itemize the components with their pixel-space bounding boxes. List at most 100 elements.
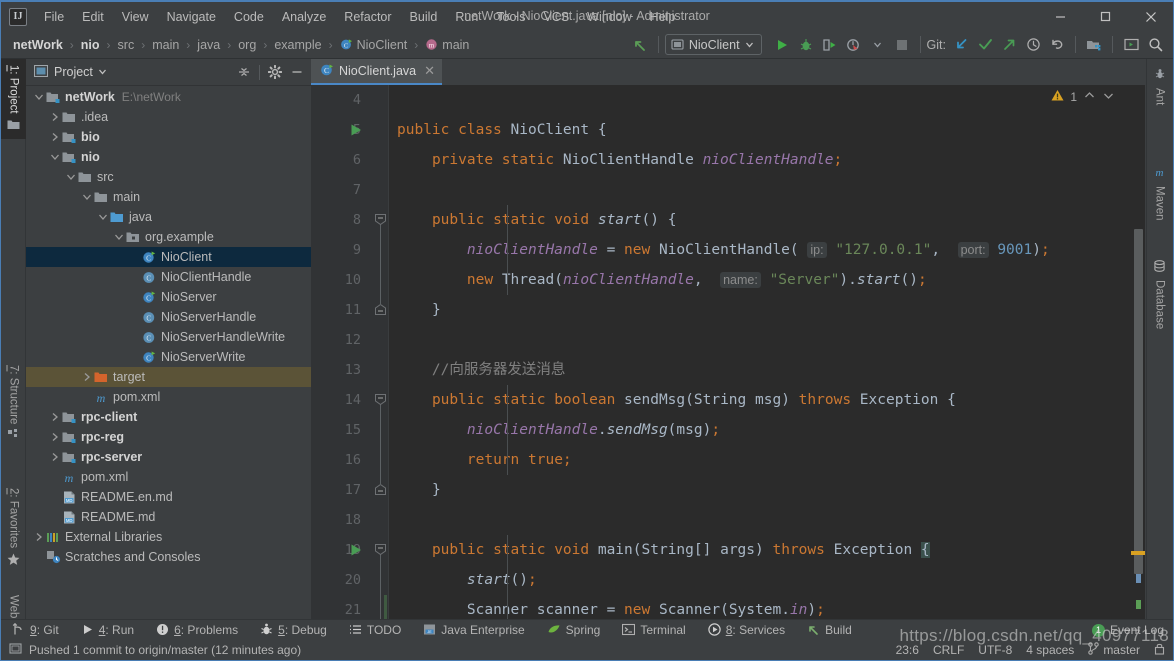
tree-item-nioclient[interactable]: C NioClient	[26, 247, 311, 267]
layout-icon[interactable]	[1119, 34, 1143, 56]
warning-triangle-icon[interactable]	[1051, 89, 1064, 105]
menu-item-build[interactable]: Build	[401, 7, 447, 27]
tree-twisty-down-icon[interactable]	[80, 191, 93, 204]
tree-twisty-down-icon[interactable]	[32, 91, 45, 104]
breadcrumb-item-java[interactable]: java	[195, 37, 222, 53]
tool-window-terminal[interactable]: Terminal	[611, 620, 696, 640]
gutter-run-icon[interactable]	[349, 123, 363, 137]
tree-item-java[interactable]: java	[26, 207, 311, 227]
project-tree[interactable]: netWork E:\netWork .idea bio nio src main java o…	[26, 86, 311, 619]
sidebar-tab-project[interactable]: 1: Project	[1, 59, 26, 139]
indent-setting[interactable]: 4 spaces	[1026, 643, 1074, 657]
hide-icon[interactable]	[287, 62, 307, 82]
tree-item-nioserverwrite[interactable]: C NioServerWrite	[26, 347, 311, 367]
tool-window-9-git[interactable]: 9: Git	[1, 620, 70, 640]
history-icon[interactable]	[1021, 34, 1045, 56]
debug-icon[interactable]	[794, 34, 818, 56]
tree-item-rpc-reg[interactable]: rpc-reg	[26, 427, 311, 447]
menu-item-vcs[interactable]: VCS	[534, 7, 578, 27]
sidebar-tab-favorites[interactable]: 2: Favorites	[1, 482, 26, 575]
tree-item-pom-xml[interactable]: m pom.xml	[26, 467, 311, 487]
chevron-down-icon[interactable]	[98, 65, 107, 79]
menu-item-file[interactable]: File	[35, 7, 73, 27]
code-fold-open-icon[interactable]	[375, 394, 386, 405]
close-button[interactable]	[1128, 2, 1173, 31]
sidebar-tab-structure[interactable]: 7: Structure	[1, 359, 26, 449]
tool-window-8-services[interactable]: 8: Services	[697, 620, 796, 640]
tree-twisty-down-icon[interactable]	[48, 151, 61, 164]
tree-item-rpc-server[interactable]: rpc-server	[26, 447, 311, 467]
close-icon[interactable]: ✕	[424, 63, 435, 79]
tree-item-nioclienthandle[interactable]: C NioClientHandle	[26, 267, 311, 287]
project-structure-icon[interactable]	[1082, 34, 1106, 56]
breadcrumb-item-src[interactable]: src	[116, 37, 137, 53]
menu-item-help[interactable]: Help	[641, 7, 685, 27]
git-branch-widget[interactable]: master	[1088, 641, 1140, 658]
scrollbar-thumb[interactable]	[1134, 229, 1143, 574]
file-encoding[interactable]: UTF-8	[978, 643, 1012, 657]
code-fold-open-icon[interactable]	[375, 544, 386, 555]
tree-item-org-example[interactable]: org.example	[26, 227, 311, 247]
tree-twisty-right-icon[interactable]	[80, 371, 93, 384]
tool-window-java-enterprise[interactable]: JE Java Enterprise	[412, 620, 535, 640]
commit-icon[interactable]	[973, 34, 997, 56]
tree-twisty-right-icon[interactable]	[32, 531, 45, 544]
tree-item-nio[interactable]: nio	[26, 147, 311, 167]
tree-twisty-down-icon[interactable]	[64, 171, 77, 184]
lock-icon[interactable]	[1154, 642, 1165, 658]
warning-marker[interactable]	[1131, 551, 1145, 555]
tree-item-nioserverhandle[interactable]: C NioServerHandle	[26, 307, 311, 327]
tree-item-nioserver[interactable]: C NioServer	[26, 287, 311, 307]
gutter-run-icon[interactable]	[349, 543, 363, 557]
menu-item-window[interactable]: Window	[578, 7, 640, 27]
collapse-all-icon[interactable]	[234, 62, 254, 82]
event-log-widget[interactable]: 1 Event Log	[1091, 623, 1164, 637]
breadcrumb-item-nioclient[interactable]: C NioClient	[338, 37, 410, 53]
code-fold-close-icon[interactable]	[375, 304, 386, 315]
tool-window-6-problems[interactable]: 6: Problems	[145, 620, 249, 640]
tool-window-todo[interactable]: TODO	[338, 620, 412, 640]
tree-item-nioserverhandlewrite[interactable]: C NioServerHandleWrite	[26, 327, 311, 347]
tool-window-spring[interactable]: Spring	[536, 620, 612, 640]
menu-item-navigate[interactable]: Navigate	[158, 7, 225, 27]
tree-item-external-libraries[interactable]: External Libraries	[26, 527, 311, 547]
menu-item-code[interactable]: Code	[225, 7, 273, 27]
breadcrumb-item-main[interactable]: m main	[423, 37, 471, 53]
menu-item-edit[interactable]: Edit	[73, 7, 113, 27]
run-with-coverage-icon[interactable]	[818, 34, 842, 56]
editor-scrollbar[interactable]	[1131, 111, 1145, 619]
tree-item-network[interactable]: netWork E:\netWork	[26, 87, 311, 107]
run-configuration-selector[interactable]: NioClient	[664, 34, 762, 55]
tree-twisty-right-icon[interactable]	[48, 131, 61, 144]
sidebar-tab-database[interactable]: Database	[1146, 253, 1173, 336]
tree-item-bio[interactable]: bio	[26, 127, 311, 147]
tree-item-target[interactable]: target	[26, 367, 311, 387]
tree-twisty-down-icon[interactable]	[96, 211, 109, 224]
profile-icon[interactable]	[842, 34, 866, 56]
menu-item-run[interactable]: Run	[446, 7, 487, 27]
breadcrumb-item-nio[interactable]: nio	[79, 37, 102, 53]
tree-item-readme-en-md[interactable]: MD README.en.md	[26, 487, 311, 507]
push-icon[interactable]	[997, 34, 1021, 56]
status-message[interactable]: Pushed 1 commit to origin/master (12 min…	[29, 643, 301, 657]
breadcrumb-item-main[interactable]: main	[150, 37, 181, 53]
menu-item-view[interactable]: View	[113, 7, 158, 27]
maximize-button[interactable]	[1083, 2, 1128, 31]
rollback-icon[interactable]	[1045, 34, 1069, 56]
line-separator[interactable]: CRLF	[933, 643, 964, 657]
tree-item-readme-md[interactable]: MD README.md	[26, 507, 311, 527]
code-fold-open-icon[interactable]	[375, 214, 386, 225]
back-arrow-icon[interactable]	[628, 34, 652, 56]
chevron-up-icon[interactable]	[1083, 89, 1096, 105]
menu-item-refactor[interactable]: Refactor	[335, 7, 400, 27]
sidebar-tab-ant[interactable]: Ant	[1146, 61, 1173, 112]
chevron-down-icon[interactable]	[1102, 89, 1115, 105]
tree-item-pom-xml[interactable]: m pom.xml	[26, 387, 311, 407]
tree-twisty-right-icon[interactable]	[48, 431, 61, 444]
breadcrumb-item-network[interactable]: netWork	[11, 37, 65, 53]
tool-window-5-debug[interactable]: 5: Debug	[249, 620, 338, 640]
breadcrumb-item-example[interactable]: example	[272, 37, 323, 53]
run-icon[interactable]	[770, 34, 794, 56]
tree-item-scratches-and-consoles[interactable]: Scratches and Consoles	[26, 547, 311, 567]
dropdown-profile-icon[interactable]	[866, 34, 890, 56]
